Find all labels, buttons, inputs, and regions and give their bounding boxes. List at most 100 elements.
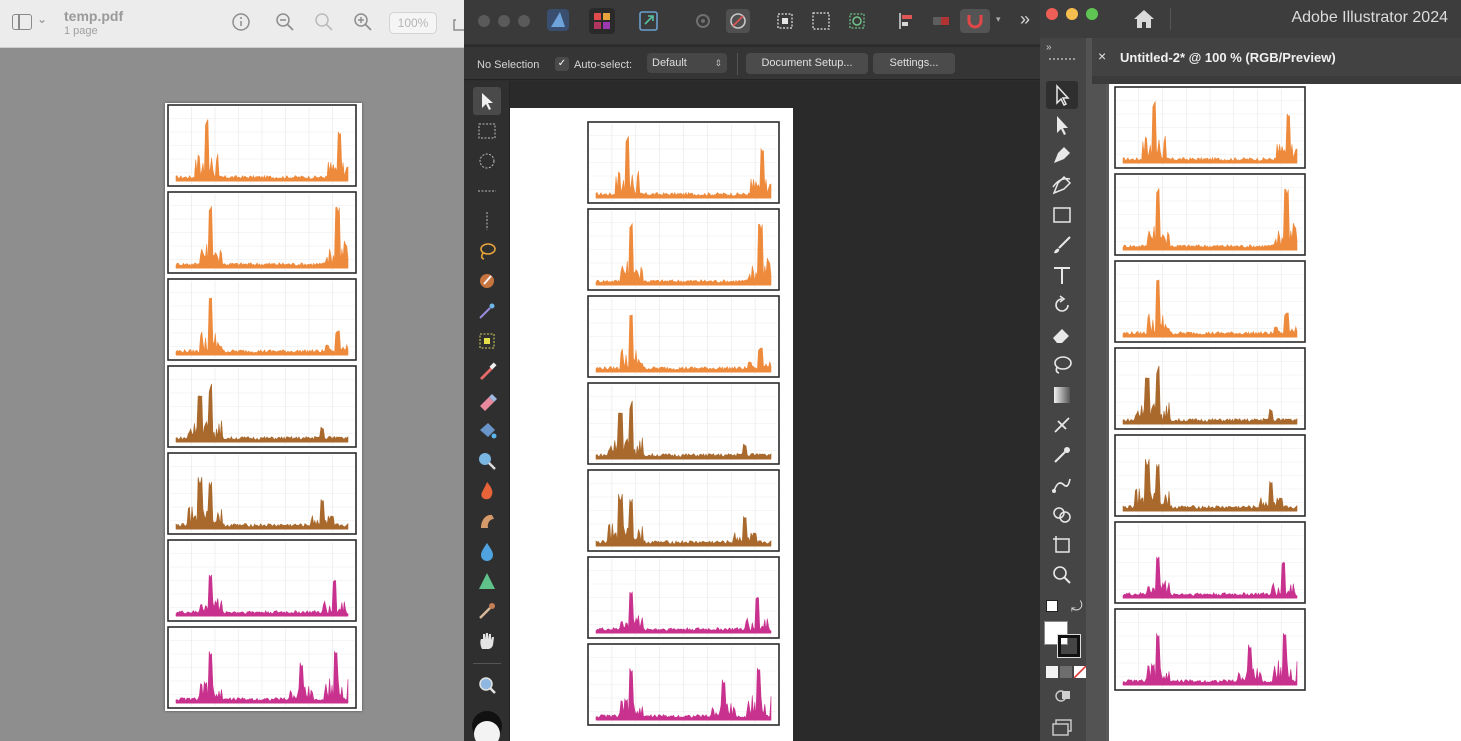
document-setup-button[interactable]: Document Setup... [746,53,868,74]
gear-icon[interactable] [692,10,714,32]
color-picker-icon[interactable] [476,600,498,622]
zoom-fit-icon[interactable] [314,12,334,32]
gradient-tool-icon[interactable] [1050,383,1074,407]
artboard-tool-icon[interactable] [1050,533,1074,557]
zoom-out-icon[interactable] [275,12,295,32]
magic-wand-icon[interactable] [476,300,498,322]
freehand-selection-icon[interactable] [476,240,498,262]
stroke-color-swatch[interactable] [1057,634,1081,658]
toolbar-overflow-button[interactable]: » [1020,9,1030,30]
spectrum-chart [1114,347,1306,430]
type-tool-icon[interactable] [1050,263,1074,287]
selection-status: No Selection [477,59,540,71]
transform-icon[interactable] [774,10,796,32]
rectangle-tool-icon[interactable] [1050,203,1074,227]
export-persona-icon[interactable] [636,8,662,34]
eyedropper-tool-icon[interactable] [1050,443,1074,467]
pdf-chart-stack [167,104,357,709]
zoom-window-button[interactable] [518,15,530,27]
blur-icon[interactable] [476,450,498,472]
spectrum-chart [167,104,357,187]
info-icon[interactable] [231,12,251,32]
hand-icon[interactable] [476,630,498,652]
puppet-warp-tool-icon[interactable] [1050,413,1074,437]
burn-icon[interactable] [476,480,498,502]
document-tab-title[interactable]: Untitled-2* @ 100 % (RGB/Preview) [1120,50,1336,65]
zoom-icon[interactable] [476,674,498,696]
snapping-button[interactable] [960,9,990,33]
spectrum-chart [587,556,780,639]
chevron-down-icon[interactable]: ⌄ [37,12,47,26]
divider [1170,8,1171,30]
flood-fill-icon[interactable] [476,420,498,442]
align-icon[interactable] [896,10,918,32]
zoom-tool-icon[interactable] [1050,563,1074,587]
illustrator-chart-stack [1114,86,1306,691]
assistant-icon[interactable] [726,9,750,33]
autoselect-checkbox[interactable]: ✓ [555,57,569,71]
settings-button[interactable]: Settings... [873,53,955,74]
snapping-dropdown-icon[interactable]: ▾ [996,14,1001,25]
paintbrush-tool-icon[interactable] [1050,233,1074,257]
illustrator-canvas[interactable] [1106,84,1461,741]
color-mode-icon[interactable] [1046,666,1058,678]
gradient-mode-icon[interactable] [1060,666,1072,678]
autoselect-dropdown[interactable]: Default ⇕ [647,53,727,73]
affinity-titlebar: ▾ » [464,0,1040,44]
pdf-page [165,103,362,711]
intersect-icon[interactable] [846,10,868,32]
row-marquee-icon[interactable] [476,180,498,202]
draw-mode-icon[interactable] [1054,688,1072,704]
lasso-tool-icon[interactable] [1050,353,1074,377]
home-icon[interactable] [1132,8,1156,30]
selection-brush-icon[interactable] [476,270,498,292]
sharpen-icon[interactable] [476,540,498,562]
document-page-count: 1 page [64,25,98,37]
screen-mode-icon[interactable] [1052,718,1074,736]
close-window-button[interactable] [1046,8,1058,20]
divider [737,53,738,75]
close-window-button[interactable] [478,15,490,27]
pen-tool-icon[interactable] [1050,143,1074,167]
curvature-tool-icon[interactable] [1050,173,1074,197]
paint-brush-icon[interactable] [476,360,498,382]
panel-toggle-button[interactable]: » [1046,42,1052,53]
shape-builder-tool-icon[interactable] [1050,503,1074,527]
sidebar-icon[interactable] [12,14,32,30]
rotate-tool-icon[interactable] [1050,293,1074,317]
pixel-persona-icon[interactable] [589,8,615,34]
affinity-canvas[interactable] [510,81,1040,741]
dropdown-arrows-icon: ⇕ [714,58,722,68]
minimize-window-button[interactable] [1066,8,1078,20]
none-mode-icon[interactable] [1074,666,1086,678]
zoom-level-field[interactable]: 100% [389,12,437,34]
zoom-window-button[interactable] [1086,8,1098,20]
zoom-in-icon[interactable] [353,12,373,32]
rect-marquee-icon[interactable] [476,120,498,142]
pixel-select-icon[interactable] [476,330,498,352]
move-tool-icon[interactable] [476,90,498,112]
spectrum-chart [587,469,780,552]
select-all-icon[interactable] [810,10,832,32]
minimize-window-button[interactable] [498,15,510,27]
quick-mask-icon[interactable] [930,10,952,32]
spectrum-chart [1114,86,1306,169]
affinity-photo-window: ▾ » No Selection ✓ Auto-select: Default ⇕… [464,0,1040,741]
default-colors-icon[interactable] [1046,600,1058,612]
close-tab-button[interactable]: × [1098,48,1106,64]
column-marquee-icon[interactable] [476,210,498,232]
preview-window: ⌄ temp.pdf 1 page 100% [0,0,470,741]
vector-tool-icon[interactable] [476,570,498,592]
secondary-color-swatch[interactable] [474,721,500,741]
smudge-icon[interactable] [476,510,498,532]
spectrum-chart [1114,260,1306,343]
autoselect-value: Default [652,57,687,69]
ellipse-marquee-icon[interactable] [476,150,498,172]
selection-tool-icon[interactable] [1050,83,1074,107]
blend-tool-icon[interactable] [1050,473,1074,497]
erase-brush-icon[interactable] [476,390,498,412]
eraser-tool-icon[interactable] [1050,323,1074,347]
direct-selection-tool-icon[interactable] [1050,113,1074,137]
swap-colors-icon[interactable]: ⤾ [1071,598,1083,615]
spectrum-chart [587,382,780,465]
